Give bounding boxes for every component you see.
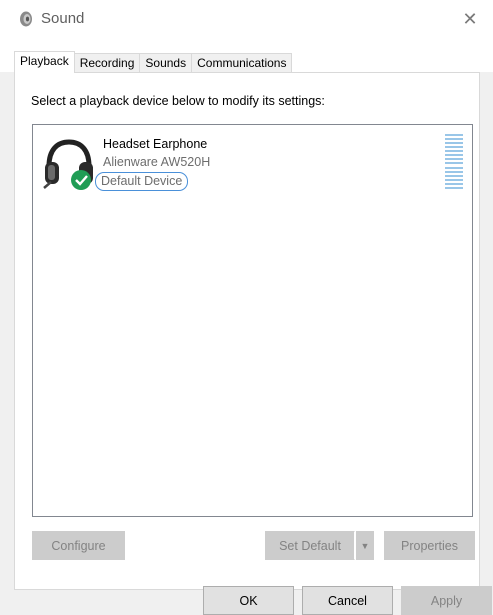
configure-button[interactable]: Configure (32, 531, 125, 560)
title-bar: Sound ✕ (0, 0, 493, 38)
set-default-dropdown[interactable]: ▼ (356, 531, 374, 560)
tab-strip: Playback Recording Sounds Communications (14, 51, 293, 73)
apply-button[interactable]: Apply (401, 586, 492, 615)
chevron-down-icon: ▼ (360, 540, 370, 551)
speaker-icon (20, 11, 32, 27)
volume-level-meter (445, 134, 463, 189)
tab-label: Recording (79, 56, 135, 70)
set-default-button[interactable]: Set Default (265, 531, 355, 560)
tab-label: Sounds (145, 56, 187, 70)
headset-icon (43, 139, 93, 190)
instructions-text: Select a playback device below to modify… (31, 94, 325, 108)
checkmark-icon (71, 170, 91, 190)
close-icon: ✕ (462, 8, 478, 29)
window-title: Sound (41, 10, 85, 27)
device-list[interactable]: Headset Earphone Alienware AW520H Defaul… (32, 124, 473, 517)
properties-button[interactable]: Properties (384, 531, 475, 560)
device-name: Headset Earphone (103, 137, 208, 151)
cancel-button[interactable]: Cancel (302, 586, 393, 615)
device-model: Alienware AW520H (103, 155, 211, 169)
device-status-badge: Default Device (95, 172, 189, 191)
ok-button[interactable]: OK (203, 586, 294, 615)
tab-label: Communications (197, 56, 287, 70)
tab-playback[interactable]: Playback (14, 51, 75, 73)
close-button[interactable]: ✕ (447, 0, 493, 38)
tab-recording[interactable]: Recording (73, 53, 141, 73)
tab-label: Playback (20, 54, 69, 68)
tab-communications[interactable]: Communications (191, 53, 293, 73)
tab-sounds[interactable]: Sounds (139, 53, 193, 73)
